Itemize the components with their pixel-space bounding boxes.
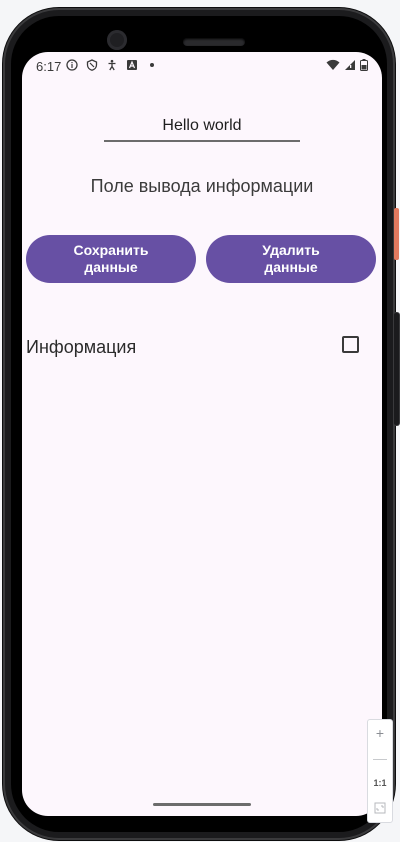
accessibility-icon [108, 59, 116, 71]
status-time: 6:17 [36, 59, 62, 74]
status-bar: 6:17 [22, 52, 382, 80]
fit-screen-button[interactable] [368, 795, 392, 820]
status-system-icons [326, 59, 368, 71]
status-notification-icons [66, 59, 158, 71]
front-camera-icon [107, 30, 127, 50]
info-icon [66, 59, 78, 71]
zoom-in-button[interactable]: + [368, 720, 392, 745]
zoom-out-button[interactable]: — [368, 745, 392, 770]
emulator-zoom-controls: + — 1:1 [367, 719, 393, 823]
battery-icon [360, 59, 368, 71]
emulator-stage: 6:17 Hello world Поле вывода информации … [0, 0, 400, 842]
delete-data-button[interactable]: Удалить данные [206, 235, 376, 283]
earpiece-speaker [183, 38, 245, 46]
actual-size-button[interactable]: 1:1 [368, 770, 392, 795]
app-screen: 6:17 Hello world Поле вывода информации … [22, 52, 382, 816]
info-checkbox[interactable] [342, 336, 359, 353]
power-button[interactable] [394, 208, 399, 260]
info-label: Информация [26, 337, 137, 357]
shield-icon [86, 59, 98, 71]
gesture-home-bar[interactable] [153, 803, 251, 806]
volume-rocker[interactable] [394, 313, 399, 425]
output-text-field: Поле вывода информации [90, 176, 314, 196]
dot-icon [150, 63, 154, 67]
font-icon [127, 60, 137, 70]
text-input-field[interactable] [104, 112, 300, 142]
fit-screen-icon [374, 802, 386, 813]
wifi-icon [326, 59, 340, 70]
save-data-button[interactable]: Сохранить данные [26, 235, 196, 283]
signal-icon [345, 60, 355, 70]
